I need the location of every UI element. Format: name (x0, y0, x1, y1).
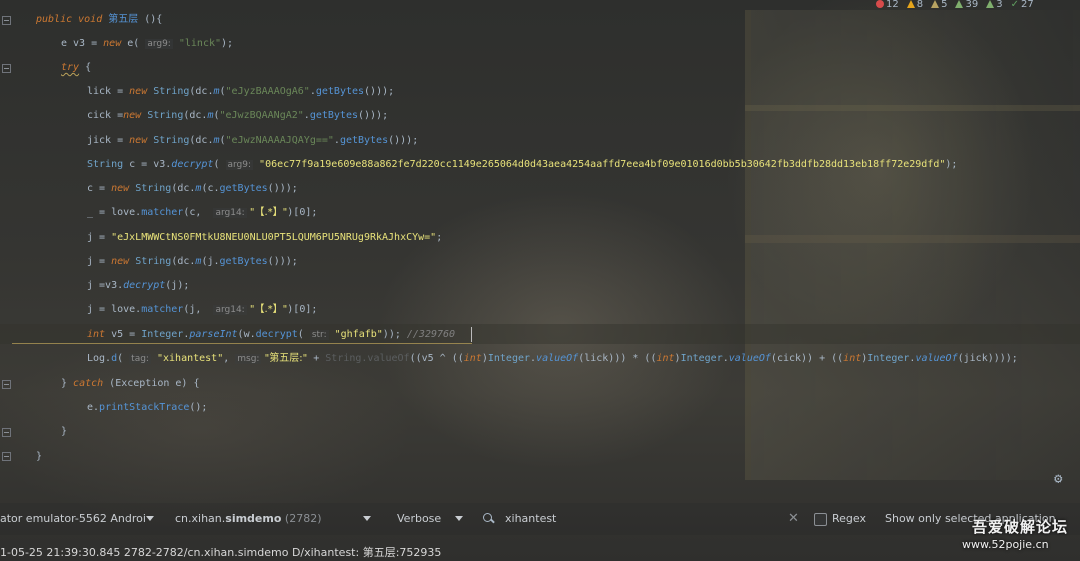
text-caret (471, 327, 472, 342)
code-line: } (36, 451, 43, 462)
code-line: j = love.matcher(j, arg14: "【.*】")[0]; (87, 304, 318, 315)
regex-checkbox[interactable] (814, 513, 827, 526)
code-line: } catch (Exception e) { (61, 378, 200, 389)
editor-gutter (0, 0, 22, 470)
background-window (745, 10, 1080, 480)
code-line: cick =new String(dc.m("eJwzBQAANgA2".get… (87, 110, 389, 121)
fold-icon[interactable] (2, 452, 11, 461)
log-level-select[interactable]: Verbose (397, 503, 441, 535)
info-icon (986, 0, 995, 8)
code-line: } (61, 426, 68, 437)
process-select[interactable]: cn.xihan.simdemo (2782) (175, 503, 321, 535)
code-line: int v5 = Integer.parseInt(w.decrypt( str… (87, 329, 456, 340)
weak-warning-icon (931, 0, 940, 8)
errors-count[interactable]: 12 (876, 0, 899, 12)
warning-icon (906, 0, 915, 8)
fold-icon[interactable] (2, 64, 11, 73)
close-icon[interactable]: ✕ (788, 503, 799, 535)
fold-icon[interactable] (2, 16, 11, 25)
code-line: c = new String(dc.m(c.getBytes())); (87, 183, 298, 194)
error-icon (876, 0, 884, 8)
code-line: String c = v3.decrypt( arg9: "06ec77f9a1… (87, 159, 958, 170)
fold-icon[interactable] (2, 380, 11, 389)
code-line: Log.d( tag: "xihantest", msg: "第五层:" + S… (87, 353, 1018, 364)
code-line: jick = new String(dc.m("eJwzNAAAAJQAYg==… (87, 135, 419, 146)
fold-icon[interactable] (2, 428, 11, 437)
ok-count[interactable]: ✓ 27 (1011, 0, 1034, 12)
chevron-down-icon[interactable] (146, 516, 154, 521)
device-select[interactable]: ator emulator-5562 Androi (0, 503, 146, 535)
typo-icon (955, 0, 964, 8)
chevron-down-icon[interactable] (363, 516, 371, 521)
logcat-toolbar: ator emulator-5562 Androi cn.xihan.simde… (0, 503, 1080, 535)
search-input[interactable]: xihantest (505, 503, 556, 535)
code-line: e.printStackTrace(); (87, 402, 208, 413)
chevron-down-icon[interactable] (455, 516, 463, 521)
background-window-bar (745, 105, 1080, 111)
gear-icon[interactable]: ⚙ (1054, 472, 1068, 486)
watermark-title: 吾爱破解论坛 (972, 518, 1069, 536)
regex-label: Regex (832, 512, 866, 525)
warnings-count[interactable]: 8 (906, 0, 923, 12)
check-icon: ✓ (1010, 0, 1019, 10)
code-line: public void 第五层 (){ (36, 14, 163, 25)
code-line: j = "eJxLMWWCtNS0FMtkU8NEU0NLU0PT5LQUM6P… (87, 232, 443, 243)
inspections-widget[interactable]: 12 8 5 39 3 ✓ 27 (876, 0, 1034, 12)
log-line: 1-05-25 21:39:30.845 2782-2782/cn.xihan.… (0, 546, 442, 559)
typos-count[interactable]: 39 (955, 0, 978, 12)
background-window-bar (745, 235, 1080, 243)
code-line: j = new String(dc.m(j.getBytes())); (87, 256, 298, 267)
weak-warnings-count[interactable]: 5 (931, 0, 947, 12)
infos-count[interactable]: 3 (986, 0, 1003, 12)
code-line: try { (61, 62, 92, 73)
code-line: j =v3.decrypt(j); (87, 280, 190, 291)
code-line: e v3 = new e( arg9: "linck"); (61, 38, 234, 49)
code-line: lick = new String(dc.m("eJyzBAAAOgA6".ge… (87, 86, 395, 97)
code-line: _ = love.matcher(c, arg14: "【.*】")[0]; (87, 207, 318, 218)
watermark-url: www.52pojie.cn (962, 538, 1049, 551)
search-icon (482, 512, 498, 526)
